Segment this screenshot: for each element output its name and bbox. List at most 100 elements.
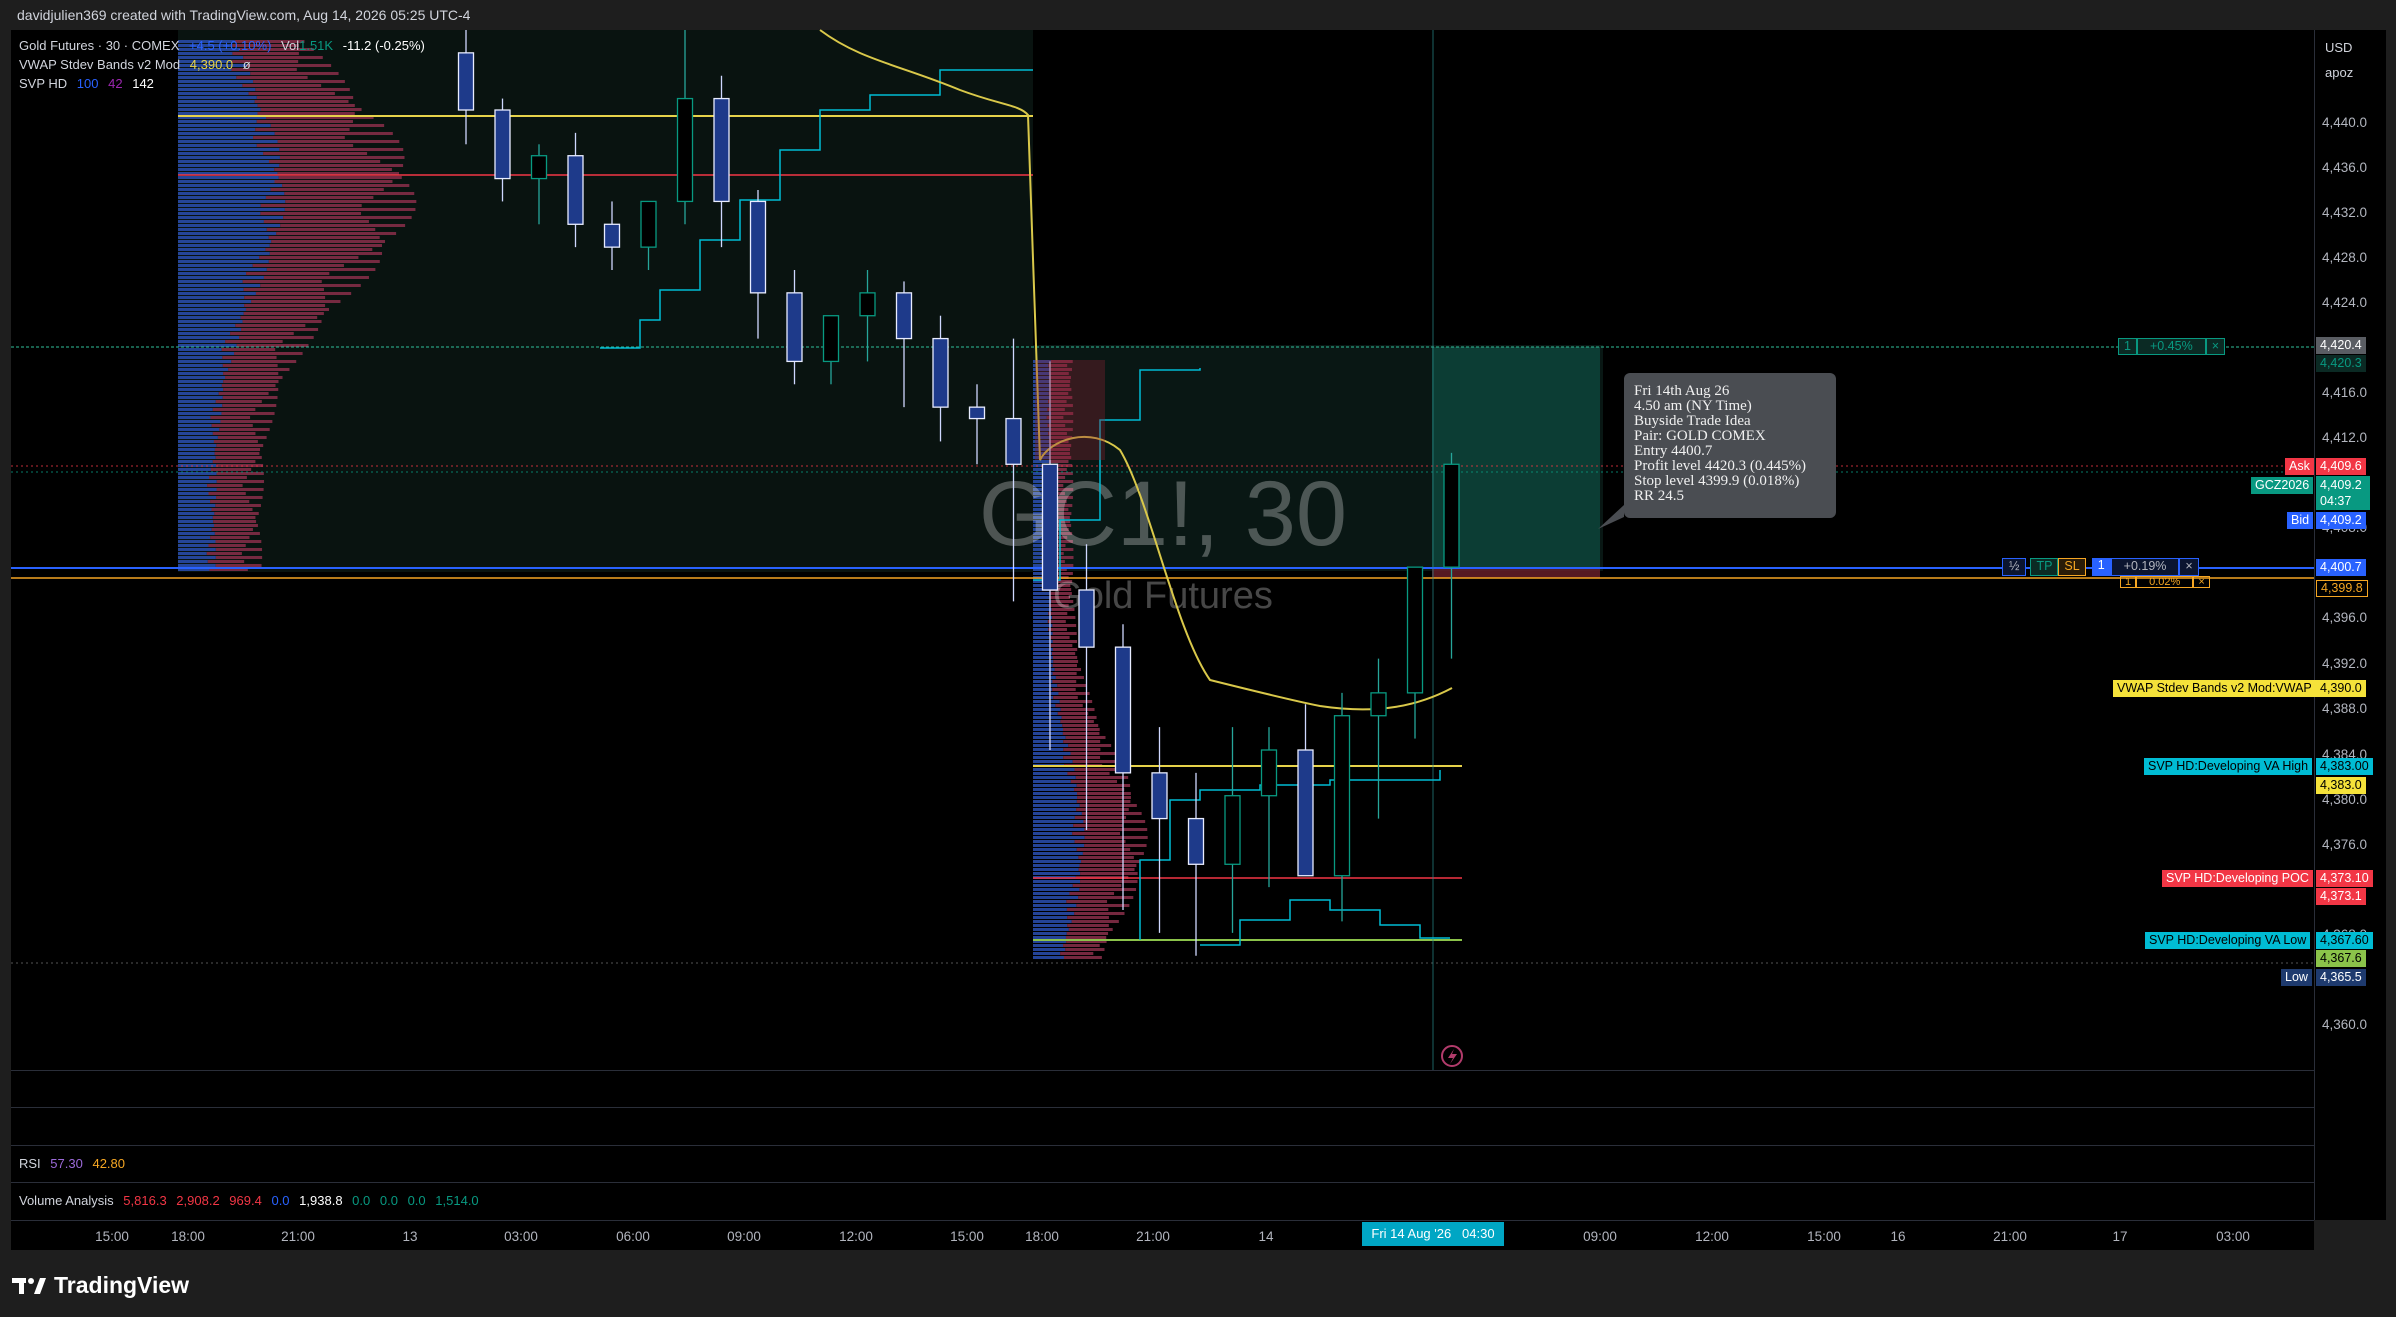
sl-qty[interactable]: 1: [2120, 576, 2137, 588]
profile-bar-sell: [278, 176, 402, 179]
profile-bar-sell: [213, 524, 258, 527]
profile-bar-sell: [1074, 788, 1125, 791]
sl-controls[interactable]: 1 0.02% ×: [2120, 576, 2210, 588]
profile-bar-sell: [213, 520, 257, 523]
profile-bar-buy: [178, 476, 210, 479]
profile-bar-sell: [212, 408, 256, 411]
time-label: 14: [1258, 1229, 1274, 1244]
vwap-indicator-name: VWAP Stdev Bands v2 Mod: [19, 57, 181, 72]
low-label: Low: [2281, 969, 2312, 986]
profile-bar-buy: [1033, 836, 1085, 839]
profile-bar-buy: [1033, 832, 1073, 835]
profile-bar-sell: [1062, 732, 1100, 735]
entry-close-button[interactable]: ×: [2179, 558, 2199, 576]
tp-controls[interactable]: 1 +0.45% ×: [2118, 338, 2226, 355]
profile-bar-buy: [178, 524, 214, 527]
profile-bar-buy: [178, 224, 281, 227]
tp-qty[interactable]: 1: [2118, 338, 2137, 355]
pane-separator[interactable]: [11, 1145, 2314, 1146]
profile-bar-buy: [1033, 944, 1064, 947]
profile-bar-sell: [263, 276, 369, 279]
profile-bar-sell: [1068, 928, 1113, 931]
tp-button[interactable]: TP: [2030, 558, 2059, 576]
profile-bar-sell: [214, 448, 261, 451]
profile-bar-sell: [239, 336, 314, 339]
tradingview-brand[interactable]: TradingView: [12, 1272, 189, 1299]
poc2-price-tag: 4,373.1: [2316, 888, 2366, 905]
profile-bar-buy: [178, 212, 261, 215]
time-cursor-label: Fri 14 Aug '26 04:30: [1362, 1222, 1504, 1246]
profile-bar-buy: [178, 76, 237, 79]
vwap-label: VWAP Stdev Bands v2 Mod:VWAP: [2113, 680, 2316, 697]
profile-bar-buy: [178, 184, 283, 187]
profile-bar-buy: [1033, 936, 1066, 939]
profile-bar-sell: [1063, 740, 1101, 743]
legend-vwap[interactable]: VWAP Stdev Bands v2 Mod 4,390.0 ø: [19, 57, 251, 72]
tp-close-button[interactable]: ×: [2205, 338, 2226, 355]
profile-bar-sell: [260, 212, 362, 215]
profile-bar-buy: [178, 256, 260, 259]
pane-separator[interactable]: [11, 1182, 2314, 1183]
profile-bar-buy: [178, 96, 257, 99]
profile-bar-buy: [1033, 644, 1051, 647]
candle-body: [1114, 646, 1132, 774]
profile-bar-buy: [178, 428, 220, 431]
candle-body: [968, 406, 986, 420]
candle-body: [457, 52, 475, 111]
profile-bar-sell: [274, 180, 393, 183]
profile-bar-sell: [1075, 776, 1129, 779]
price-tick: 4,392.0: [2322, 656, 2368, 671]
entry-controls[interactable]: ½ TP SL 1 +0.19% ×: [2002, 558, 2199, 576]
profile-bar-buy: [178, 440, 214, 443]
profile-bar-sell: [1063, 944, 1100, 947]
profile-bar-sell: [225, 376, 283, 379]
profile-bar-buy: [1033, 620, 1048, 623]
rsi-legend[interactable]: RSI 57.30 42.80: [19, 1156, 125, 1171]
profile-bar-sell: [1049, 636, 1070, 639]
profile-bar-sell: [214, 512, 259, 515]
profile-bar-sell: [1051, 652, 1076, 655]
profile-bar-sell: [1079, 864, 1137, 867]
profile-bar-sell: [223, 388, 279, 391]
profile-bar-sell: [1058, 692, 1090, 695]
profile-bar-sell: [216, 444, 264, 447]
entry-qty[interactable]: 1: [2091, 558, 2111, 576]
profile-bar-buy: [178, 504, 216, 507]
volume-analysis-legend[interactable]: Volume Analysis 5,816.3 2,908.2 969.4 0.…: [19, 1193, 479, 1208]
pane-separator[interactable]: [11, 1107, 2314, 1108]
time-label: 21:00: [1136, 1229, 1170, 1244]
half-button[interactable]: ½: [2002, 558, 2027, 576]
profile-bar-buy: [178, 128, 256, 131]
profile-bar-sell: [246, 64, 332, 67]
profile-bar-buy: [178, 340, 226, 343]
profile-bar-buy: [178, 80, 254, 83]
profile-bar-buy: [178, 448, 215, 451]
profile-bar-sell: [231, 360, 297, 363]
tooltip-line: Pair: GOLD COMEX: [1634, 428, 1766, 444]
legend-main[interactable]: Gold Futures · 30 · COMEX +4.5 (+0.10%) …: [19, 38, 425, 53]
sl-button[interactable]: SL: [2058, 558, 2086, 576]
profile-bar-buy: [1033, 796, 1078, 799]
alert-bolt-icon[interactable]: [1441, 1045, 1463, 1067]
profile-bar-sell: [242, 84, 322, 87]
scale-settings-label[interactable]: apoz: [2325, 65, 2353, 80]
profile-bar-sell: [1084, 844, 1147, 847]
rsi-value-1: 57.30: [50, 1156, 83, 1171]
profile-bar-sell: [265, 196, 374, 199]
legend-svp[interactable]: SVP HD 100 42 142: [19, 76, 154, 91]
sl-close-button[interactable]: ×: [2193, 576, 2210, 588]
profile-bar-buy: [178, 288, 244, 291]
time-label: 12:00: [839, 1229, 873, 1244]
profile-bar-buy: [1033, 628, 1049, 631]
candle-body: [1297, 749, 1314, 877]
pane-separator[interactable]: [11, 1070, 2314, 1071]
profile-bar-buy: [1033, 636, 1050, 639]
profile-bar-buy: [178, 140, 278, 143]
candle-body: [1260, 749, 1278, 797]
profile-bar-sell: [1078, 856, 1134, 859]
profile-bar-sell: [1052, 664, 1077, 667]
tooltip-line: 4.50 am (NY Time): [1634, 398, 1752, 414]
tp2-price-tag: 4,420.3: [2316, 355, 2366, 372]
currency-label[interactable]: USD: [2325, 40, 2352, 55]
profile-bar-buy: [1033, 684, 1058, 687]
